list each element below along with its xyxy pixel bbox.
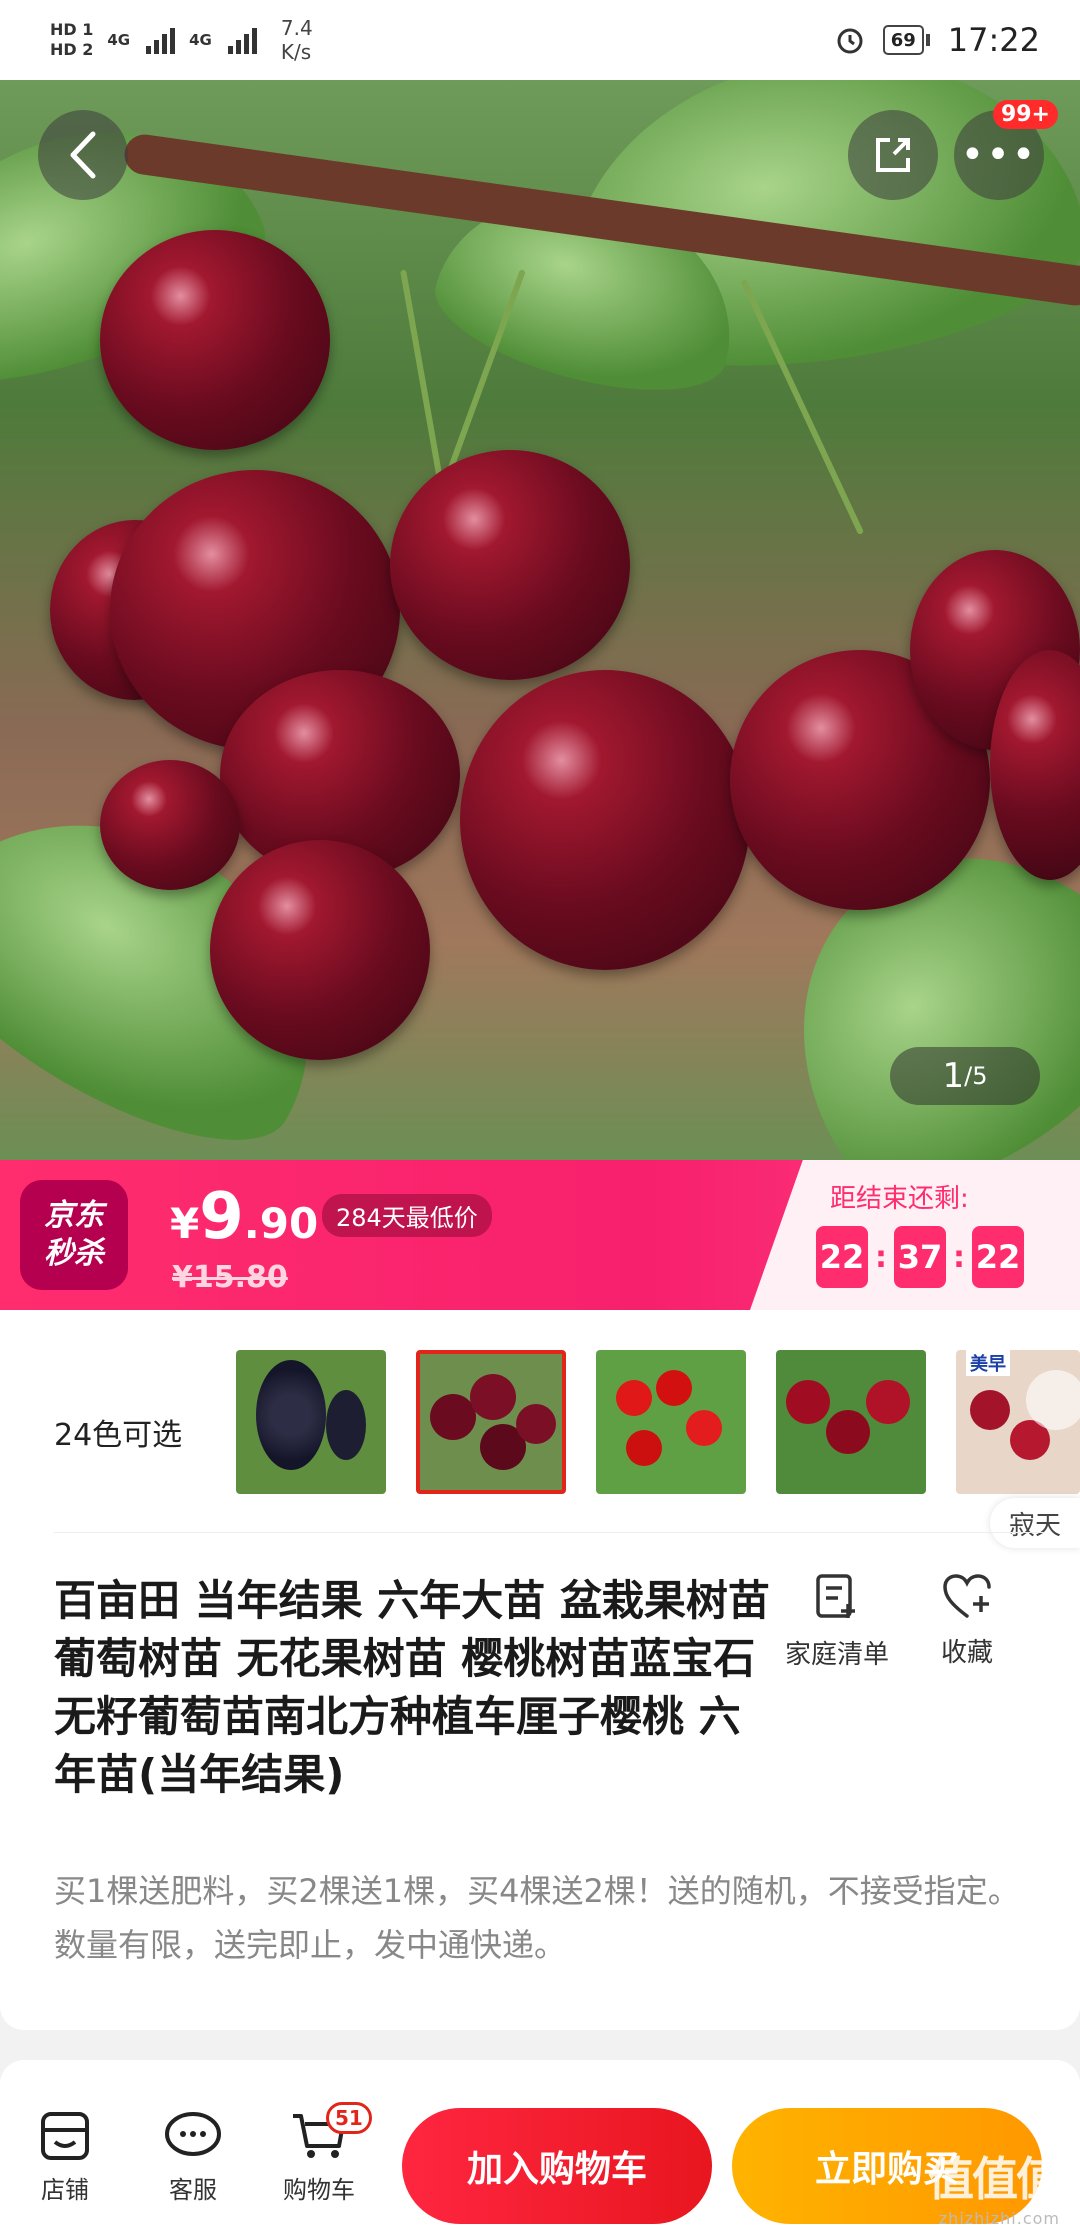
logo-line2: 秒杀	[44, 1236, 104, 1271]
cart-label: 购物车	[283, 2176, 355, 2204]
variant-thumb[interactable]	[776, 1350, 926, 1494]
promo-text: 买1棵送肥料，买2棵送1棵，买4棵送2棵！送的随机，不接受指定。数量有限，送完即…	[54, 1872, 1020, 1964]
list-add-icon	[816, 1574, 855, 1618]
signal-icon	[227, 26, 257, 54]
countdown-seconds: 22	[972, 1226, 1024, 1288]
variant-count-label[interactable]: 24色可选	[54, 1410, 182, 1454]
bottom-action-bar: 店铺 客服 51 购物车 加入购物车 立即购买 值值值 zhizhizhi.co…	[0, 2060, 1080, 2240]
price-decimal: .90	[243, 1199, 319, 1248]
customer-service-tab[interactable]: 客服	[138, 2110, 248, 2205]
flash-sale-banner: 京东 秒杀 ¥9.90 284天最低价 ¥15.80 距结束还剩: 22 : 3…	[0, 1160, 1080, 1310]
network-speed: 7.4 K/s	[280, 16, 313, 64]
countdown-panel: 距结束还剩: 22 : 37 : 22	[750, 1160, 1080, 1310]
variant-thumb[interactable]	[596, 1350, 746, 1494]
battery-icon: 69	[882, 25, 924, 55]
shop-tab[interactable]: 店铺	[10, 2110, 120, 2205]
service-label: 客服	[169, 2176, 217, 2204]
network-type-1: 4G	[107, 31, 131, 49]
divider	[54, 1532, 1044, 1533]
countdown-hours: 22	[816, 1226, 868, 1288]
share-button[interactable]	[848, 110, 938, 200]
shop-label: 店铺	[41, 2176, 89, 2204]
watermark-text: 值值值	[928, 2152, 1062, 2206]
favorite-button[interactable]: 收藏	[902, 1572, 1032, 1669]
cherry-shape	[390, 450, 630, 680]
variant-thumb-selected[interactable]	[416, 1350, 566, 1494]
chat-icon	[165, 2112, 221, 2156]
cherry-shape	[100, 760, 240, 890]
message-badge: 99+	[992, 100, 1058, 129]
cherry-shape	[210, 840, 430, 1060]
battery-level: 69	[890, 29, 916, 51]
cherry-shape	[460, 670, 750, 970]
sim2-label: HD 2	[50, 40, 94, 59]
lowest-price-tag: 284天最低价	[322, 1194, 492, 1237]
heart-icon	[943, 1574, 991, 1618]
product-title: 百亩田 当年结果 六年大苗 盆栽果树苗 葡萄树苗 无花果树苗 樱桃树苗蓝宝石无籽…	[54, 1576, 770, 1799]
watermark-domain: zhizhizhi.com	[938, 2209, 1060, 2228]
shop-icon	[41, 2112, 89, 2160]
sim1-label: HD 1	[50, 20, 94, 39]
network-type-2: 4G	[189, 31, 212, 49]
countdown-minutes: 37	[894, 1226, 946, 1288]
variant-thumb[interactable]: 美早	[956, 1350, 1080, 1494]
logo-line1: 京东	[44, 1198, 104, 1233]
cart-count-badge: 51	[326, 2102, 372, 2134]
thumb-label: 美早	[966, 1350, 1010, 1376]
floating-side-tag[interactable]: 寂天	[990, 1498, 1080, 1548]
share-icon	[876, 138, 910, 172]
sale-price: ¥9.90	[170, 1180, 318, 1254]
alarm-icon	[837, 28, 863, 54]
cherry-shape	[100, 230, 330, 450]
product-info-card: 24色可选 美早 寂天 百亩田 当年结果 六年大苗 盆栽果树苗 葡萄树苗 无花果…	[0, 1310, 1080, 2030]
add-to-cart-button[interactable]: 加入购物车	[402, 2108, 712, 2224]
back-button[interactable]	[38, 110, 128, 200]
more-button[interactable]: ••• 99+	[954, 100, 1058, 200]
favorite-label: 收藏	[940, 1638, 993, 1668]
image-pager: 1/5	[890, 1047, 1040, 1105]
family-list-button[interactable]: 家庭清单	[772, 1572, 902, 1671]
original-price: ¥15.80	[172, 1260, 288, 1295]
product-image-carousel[interactable]: ••• 99+ 1/5	[0, 80, 1080, 1160]
pager-current: 1	[942, 1056, 965, 1096]
jd-seckill-logo: 京东 秒杀	[20, 1180, 128, 1290]
variant-thumb[interactable]	[236, 1350, 386, 1494]
signal-icon	[146, 26, 176, 54]
cart-tab[interactable]: 51 购物车	[264, 2102, 374, 2205]
sim-indicators: HD 1 HD 2	[50, 20, 93, 60]
countdown-label: 距结束还剩:	[830, 1184, 969, 1214]
family-list-label: 家庭清单	[784, 1640, 889, 1670]
status-bar: HD 1 HD 2 4G 4G 7.4 K/s 69 17:22	[0, 0, 1080, 80]
pager-total: /5	[964, 1062, 988, 1090]
clock: 17:22	[947, 21, 1040, 59]
more-icon: •••	[960, 132, 1038, 178]
price-integer: 9	[199, 1180, 244, 1254]
battery-nub	[925, 34, 930, 46]
countdown-separator: :	[875, 1239, 887, 1275]
watermark: 值值值 zhizhizhi.com	[928, 2143, 1062, 2228]
chevron-left-icon	[70, 131, 96, 179]
countdown-separator: :	[953, 1239, 965, 1275]
price-symbol: ¥	[170, 1199, 200, 1248]
